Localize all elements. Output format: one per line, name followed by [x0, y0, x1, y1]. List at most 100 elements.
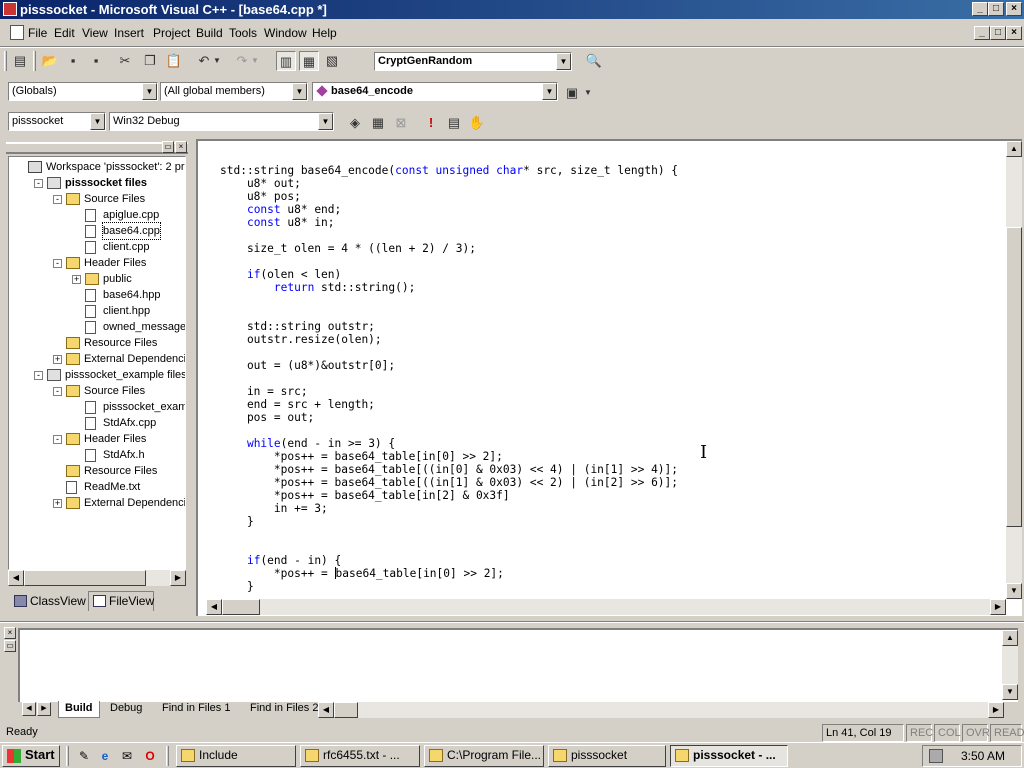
tree-item[interactable]: + External Dependencies	[9, 351, 185, 367]
scroll-thumb[interactable]	[24, 570, 146, 586]
scroll-thumb[interactable]	[1006, 227, 1022, 527]
scope-combo[interactable]: (Globals) ▼	[8, 82, 158, 101]
members-combo[interactable]: (All global members) ▼	[160, 82, 308, 101]
scroll-up-icon[interactable]: ▲	[1006, 141, 1022, 157]
tree-item[interactable]: client.cpp	[9, 239, 185, 255]
window-list-icon[interactable]: ▧	[322, 51, 342, 71]
open-folder-icon[interactable]: 📂	[40, 51, 60, 71]
scroll-down-icon[interactable]: ▼	[1002, 684, 1018, 700]
wizard-action-icon[interactable]: ▣	[562, 83, 582, 103]
output-text-area[interactable]	[18, 628, 1018, 702]
workspace-close-icon[interactable]: ×	[175, 141, 187, 153]
tab-scroll-right-icon[interactable]: ▶	[37, 702, 51, 716]
chevron-down-icon[interactable]: ▼	[556, 53, 571, 70]
tree-item[interactable]: base64.hpp	[9, 287, 185, 303]
new-text-file-icon[interactable]: ▤	[10, 51, 30, 71]
chevron-down-icon[interactable]: ▼	[142, 83, 157, 100]
scroll-right-icon[interactable]: ▶	[988, 702, 1004, 718]
internet-explorer-icon[interactable]: e	[97, 748, 113, 764]
tree-item[interactable]: pisssocket_exampl	[9, 399, 185, 415]
tree-item[interactable]: owned_message.h	[9, 319, 185, 335]
title-bar[interactable]: pisssocket - Microsoft Visual C++ - [bas…	[0, 0, 1024, 19]
toolbar-grip[interactable]	[4, 51, 7, 71]
collapse-icon[interactable]: -	[53, 387, 62, 396]
scroll-thumb[interactable]	[334, 702, 358, 718]
paste-icon[interactable]: 📋	[164, 51, 184, 71]
document-icon[interactable]	[10, 25, 24, 40]
taskbar-button[interactable]: rfc6455.txt - ...	[300, 745, 420, 767]
save-all-icon[interactable]: ▪	[86, 51, 106, 71]
tree-item[interactable]: - Header Files	[9, 431, 185, 447]
tab-find-in-files-1[interactable]: Find in Files 1	[158, 701, 234, 718]
output-close-icon[interactable]: ×	[4, 627, 16, 639]
editor-horizontal-scrollbar[interactable]: ◀ ▶	[206, 599, 1006, 615]
scroll-right-icon[interactable]: ▶	[990, 599, 1006, 615]
tree-item[interactable]: Resource Files	[9, 335, 185, 351]
scroll-up-icon[interactable]: ▲	[1002, 630, 1018, 646]
workspace-window-icon[interactable]: ▥	[276, 51, 296, 71]
tab-build[interactable]: Build	[58, 701, 100, 718]
tree-item[interactable]: - pisssocket_example files	[9, 367, 185, 383]
project-combo[interactable]: pisssocket ▼	[8, 112, 106, 131]
scroll-thumb[interactable]	[222, 599, 260, 615]
redo-dropdown-icon[interactable]: ▼	[250, 51, 260, 71]
expand-icon[interactable]: +	[53, 499, 62, 508]
mdi-restore-button[interactable]: □	[990, 26, 1006, 40]
workspace-restore-icon[interactable]: ▭	[162, 141, 174, 153]
function-combo[interactable]: base64_encode ▼	[312, 82, 558, 101]
editor-vertical-scrollbar[interactable]: ▲ ▼	[1006, 141, 1022, 599]
output-horizontal-scrollbar[interactable]: ◀ ▶	[318, 702, 1004, 718]
compile-icon[interactable]: ◈	[345, 113, 365, 133]
wizard-action-dropdown-icon[interactable]: ▼	[582, 83, 594, 103]
clock[interactable]: 3:50 AM	[961, 749, 1005, 763]
tree-item[interactable]: StdAfx.h	[9, 447, 185, 463]
tab-classview[interactable]: ClassView	[10, 592, 86, 612]
tree-item[interactable]: - Source Files	[9, 383, 185, 399]
breakpoint-hand-icon[interactable]: ✋	[467, 113, 487, 133]
tab-debug[interactable]: Debug	[106, 701, 146, 718]
menu-view[interactable]: View	[82, 26, 108, 40]
go-icon[interactable]: ▤	[444, 113, 464, 133]
mdi-minimize-button[interactable]: _	[974, 26, 990, 40]
minimize-button[interactable]: _	[972, 2, 988, 16]
undo-dropdown-icon[interactable]: ▼	[212, 51, 222, 71]
tree-item[interactable]: Resource Files	[9, 463, 185, 479]
start-button[interactable]: Start	[2, 745, 60, 767]
code-text[interactable]: std::string base64_encode(const unsigned…	[220, 164, 678, 593]
redo-icon[interactable]: ↷	[232, 51, 252, 71]
taskbar-button[interactable]: pisssocket - ...	[670, 745, 788, 767]
outlook-icon[interactable]: ✉	[119, 748, 135, 764]
collapse-icon[interactable]: -	[53, 435, 62, 444]
scroll-left-icon[interactable]: ◀	[318, 702, 334, 718]
tree-item[interactable]: - Header Files	[9, 255, 185, 271]
menu-insert[interactable]: Insert	[114, 26, 144, 40]
workspace-file-tree[interactable]: Workspace 'pisssocket': 2 proje - pisssock…	[8, 156, 186, 570]
stop-build-icon[interactable]: ⊠	[391, 113, 411, 133]
expand-icon[interactable]: +	[53, 355, 62, 364]
taskbar-button[interactable]: pisssocket	[548, 745, 666, 767]
show-desktop-icon[interactable]: ✎	[76, 748, 92, 764]
tree-item[interactable]: + public	[9, 271, 185, 287]
mdi-close-button[interactable]: ×	[1006, 26, 1022, 40]
tab-scroll-left-icon[interactable]: ◀	[22, 702, 36, 716]
chevron-down-icon[interactable]: ▼	[90, 113, 105, 130]
copy-icon[interactable]: ❐	[140, 51, 160, 71]
tree-item[interactable]: base64.cpp	[9, 222, 185, 240]
menu-help[interactable]: Help	[312, 26, 337, 40]
execute-icon[interactable]: !	[421, 113, 441, 133]
tree-item[interactable]: + External Dependencies	[9, 495, 185, 511]
tree-item[interactable]: Workspace 'pisssocket': 2 proje	[9, 159, 185, 175]
tree-item[interactable]: apiglue.cpp	[9, 207, 185, 223]
menu-build[interactable]: Build	[196, 26, 223, 40]
workspace-horizontal-scrollbar[interactable]: ◀ ▶	[8, 570, 186, 586]
undo-icon[interactable]: ↶	[194, 51, 214, 71]
save-icon[interactable]: ▪	[63, 51, 83, 71]
menu-project[interactable]: Project	[153, 26, 190, 40]
menu-tools[interactable]: Tools	[229, 26, 257, 40]
collapse-icon[interactable]: -	[53, 195, 62, 204]
close-button[interactable]: ×	[1006, 2, 1022, 16]
cut-icon[interactable]: ✂	[115, 51, 135, 71]
scroll-right-icon[interactable]: ▶	[170, 570, 186, 586]
collapse-icon[interactable]: -	[34, 371, 43, 380]
scroll-down-icon[interactable]: ▼	[1006, 583, 1022, 599]
